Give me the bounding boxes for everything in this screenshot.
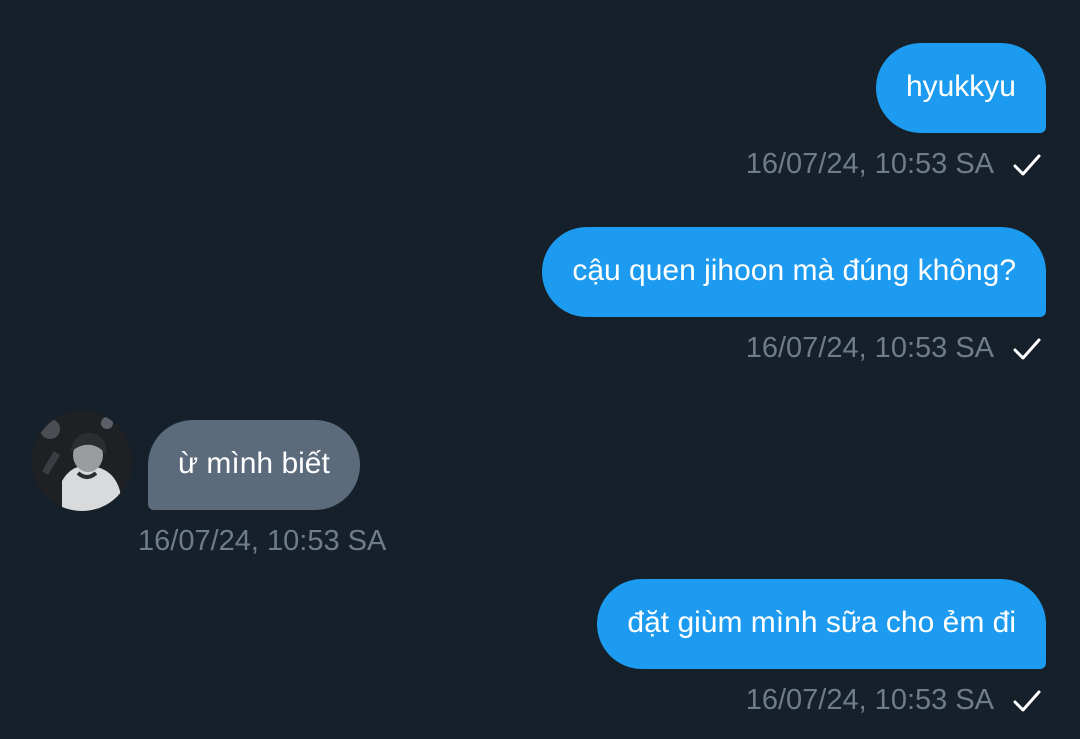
avatar[interactable]	[32, 411, 132, 511]
message-incoming: ừ mình biết	[148, 420, 360, 510]
message-meta: 16/07/24, 10:53 SA	[746, 684, 1042, 717]
message-outgoing: đặt giùm mình sữa cho ẻm đi	[597, 579, 1046, 669]
message-outgoing: hyukkyu	[875, 43, 1046, 133]
message-outgoing: cậu quen jihoon mà đúng không?	[542, 227, 1046, 317]
message-timestamp: 16/07/24, 10:53 SA	[138, 525, 387, 557]
message-timestamp: 16/07/24, 10:53 SA	[745, 684, 994, 716]
message-meta: 16/07/24, 10:53 SA	[746, 148, 1042, 181]
message-timestamp: 16/07/24, 10:53 SA	[745, 148, 994, 180]
check-icon	[1013, 154, 1041, 175]
message-meta: 16/07/24, 10:53 SA	[138, 525, 386, 558]
message-bubble[interactable]: hyukkyu	[875, 43, 1046, 133]
check-icon	[1013, 690, 1041, 711]
message-meta: 16/07/24, 10:53 SA	[746, 332, 1042, 365]
message-bubble[interactable]: đặt giùm mình sữa cho ẻm đi	[597, 579, 1046, 669]
message-bubble[interactable]: ừ mình biết	[148, 420, 360, 510]
check-icon	[1013, 338, 1041, 359]
chat-thread: hyukkyu 16/07/24, 10:53 SA cậu quen jiho…	[0, 0, 1080, 739]
message-timestamp: 16/07/24, 10:53 SA	[745, 332, 994, 364]
message-bubble[interactable]: cậu quen jihoon mà đúng không?	[542, 227, 1046, 317]
avatar-photo	[32, 411, 132, 511]
